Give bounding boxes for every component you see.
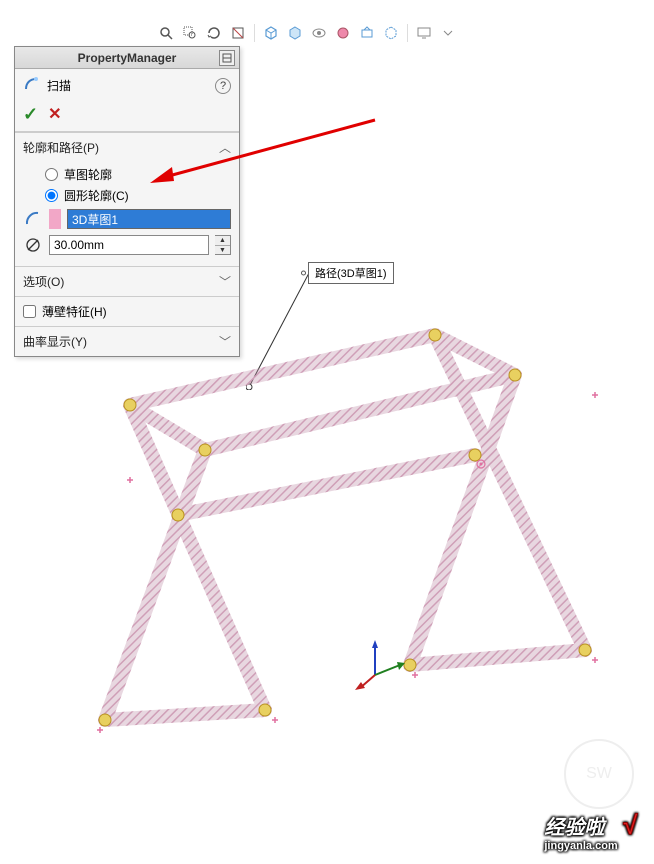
path-field-row: 3D草图1 <box>23 206 231 232</box>
thin-feature-checkbox[interactable] <box>23 305 36 318</box>
hide-show-icon[interactable] <box>308 22 330 44</box>
section-profile-path-label: 轮廓和路径(P) <box>23 139 99 156</box>
zoom-fit-icon[interactable] <box>155 22 177 44</box>
ok-button[interactable]: ✓ <box>23 104 38 125</box>
view-triad-icon[interactable] <box>355 640 405 690</box>
chevron-up-icon: ︿ <box>219 139 231 156</box>
confirm-row: ✓ ✕ <box>15 102 239 132</box>
dropdown-icon[interactable] <box>437 22 459 44</box>
radio-sketch-input[interactable] <box>45 168 58 181</box>
callout-anchor-icon <box>301 271 306 276</box>
pin-icon[interactable] <box>219 50 235 66</box>
diameter-field-row: 30.00mm ▲ ▼ <box>23 232 231 258</box>
callout-label: 路径(3D草图1) <box>315 265 387 281</box>
help-icon[interactable]: ? <box>215 78 231 94</box>
diameter-input[interactable]: 30.00mm <box>49 235 209 255</box>
appearance-icon[interactable] <box>332 22 354 44</box>
section-view-icon[interactable] <box>227 22 249 44</box>
diameter-icon <box>23 235 43 255</box>
sweep-icon <box>23 75 41 96</box>
watermark-main: 经验啦 <box>544 817 604 839</box>
chevron-down-icon: ﹀ <box>219 273 231 290</box>
watermark-tick-icon: √ <box>622 810 636 841</box>
path-value: 3D草图1 <box>72 211 118 228</box>
screen-icon[interactable] <box>413 22 435 44</box>
radio-sketch-label: 草图轮廓 <box>64 166 112 183</box>
model-3d[interactable] <box>90 320 600 750</box>
watermark-circle-text: SW <box>586 765 612 783</box>
view-toolbar <box>155 22 459 44</box>
view-orientation-icon[interactable] <box>260 22 282 44</box>
radio-circle-profile[interactable]: 圆形轮廓(C) <box>23 185 231 206</box>
watermark-sub: jingyanla.com <box>544 840 617 852</box>
display-style-icon[interactable] <box>284 22 306 44</box>
render-icon[interactable] <box>380 22 402 44</box>
feature-header: 扫描 ? <box>15 69 239 102</box>
rotate-handle-icon[interactable] <box>475 458 487 470</box>
spinner-down-icon[interactable]: ▼ <box>215 246 230 255</box>
path-color-swatch <box>49 209 61 229</box>
thin-feature-label: 薄壁特征(H) <box>42 303 107 320</box>
watermark-text: 经验啦 jingyanla.com √ <box>544 810 636 852</box>
cancel-button[interactable]: ✕ <box>48 104 61 125</box>
radio-circle-label: 圆形轮廓(C) <box>64 187 129 204</box>
path-input[interactable]: 3D草图1 <box>67 209 231 229</box>
radio-circle-input[interactable] <box>45 189 58 202</box>
section-options[interactable]: 选项(O) ﹀ <box>15 266 239 296</box>
spinner-up-icon[interactable]: ▲ <box>215 236 230 246</box>
zoom-area-icon[interactable] <box>179 22 201 44</box>
property-manager-panel: PropertyManager 扫描 ? ✓ ✕ 轮廓和路径(P) ︿ 草图轮廓… <box>14 46 240 357</box>
radio-sketch-profile[interactable]: 草图轮廓 <box>23 164 231 185</box>
diameter-spinner[interactable]: ▲ ▼ <box>215 235 231 255</box>
panel-title-bar: PropertyManager <box>15 47 239 69</box>
profile-path-body: 草图轮廓 圆形轮廓(C) 3D草图1 30.00mm ▲ ▼ <box>15 162 239 266</box>
section-curvature-label: 曲率显示(Y) <box>23 333 87 350</box>
zoom-prev-icon[interactable] <box>203 22 225 44</box>
scene-icon[interactable] <box>356 22 378 44</box>
watermark-circle: SW <box>564 739 634 809</box>
diameter-value: 30.00mm <box>54 238 104 252</box>
path-callout[interactable]: 路径(3D草图1) <box>308 262 394 284</box>
section-options-label: 选项(O) <box>23 273 64 290</box>
panel-title: PropertyManager <box>78 51 177 65</box>
feature-label: 扫描 <box>47 77 71 94</box>
section-profile-path[interactable]: 轮廓和路径(P) ︿ <box>15 132 239 162</box>
path-arc-icon <box>23 209 43 229</box>
